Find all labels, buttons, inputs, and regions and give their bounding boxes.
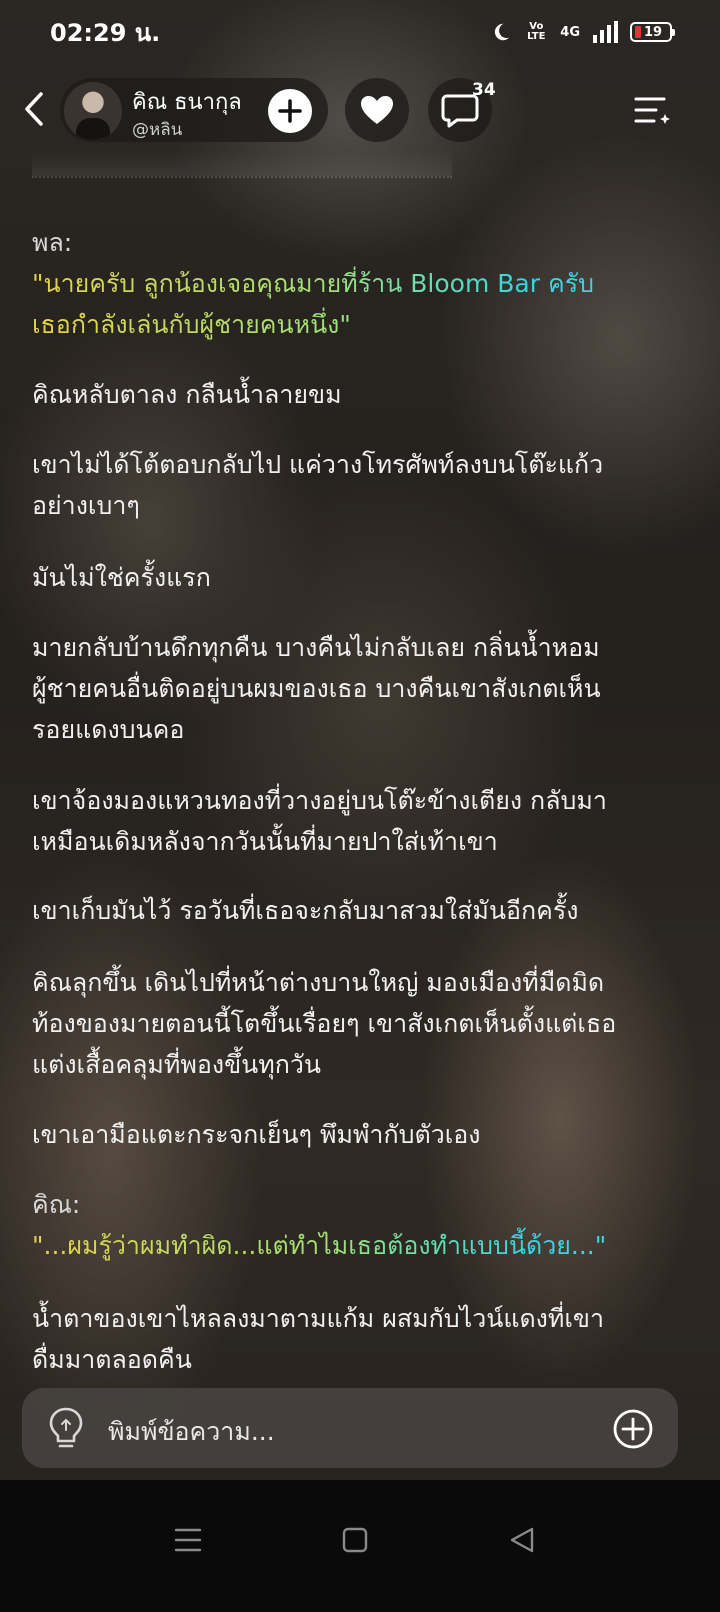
paragraph-line: เขาจ้องมองแหวนทองที่วางอยู่บนโต๊ะข้างเตี…	[32, 786, 607, 815]
paragraph: มันไม่ใช่ครั้งแรก	[32, 557, 692, 598]
add-circle-icon[interactable]	[612, 1408, 654, 1450]
speaker-name: คิณ:	[32, 1190, 81, 1219]
author-profile-pill[interactable]: คิณ ธนากุล @หลิน	[60, 78, 328, 142]
speaker-name: พล:	[32, 228, 73, 257]
dialog-block-kin: คิณ: "...ผมรู้ว่าผมทำผิด...แต่ทำไมเธอต้อ…	[32, 1184, 692, 1266]
avatar[interactable]	[64, 82, 122, 140]
story-content: พล: "นายครับ ลูกน้องเจอคุณมายที่ร้าน Blo…	[32, 150, 692, 1410]
recents-button[interactable]	[168, 1520, 208, 1560]
paragraph: น้ำตาของเขาไหลลงมาตามแก้ม ผสมกับไวน์แดงท…	[32, 1298, 692, 1380]
paragraph: คิณหลับตาลง กลืนน้ำลายขม	[32, 374, 692, 415]
status-time: 02:29 น.	[50, 18, 161, 47]
paragraph-line: แต่งเสื้อคลุมที่พองขึ้นทุกวัน	[32, 1050, 322, 1079]
paragraph-line: มันไม่ใช่ครั้งแรก	[32, 563, 211, 592]
comment-count: 34	[472, 80, 496, 100]
system-nav-bar	[0, 1480, 720, 1612]
lightbulb-icon[interactable]	[46, 1406, 86, 1450]
heart-icon	[361, 96, 393, 124]
square-home-icon	[342, 1527, 368, 1553]
dialog-block-pol: พล: "นายครับ ลูกน้องเจอคุณมายที่ร้าน Blo…	[32, 222, 692, 345]
paragraph-line: รอยแดงบนคอ	[32, 715, 185, 744]
battery-percent: 19	[644, 24, 663, 40]
dialog-line: เธอกำลังเล่นกับผู้ชายคนหนึ่ง"	[32, 304, 692, 345]
paragraph-line: น้ำตาของเขาไหลลงมาตามแก้ม ผสมกับไวน์แดงท…	[32, 1304, 605, 1333]
paragraph-line: อย่างเบาๆ	[32, 491, 140, 520]
message-input-bar: พิมพ์ข้อความ...	[22, 1388, 678, 1468]
chevron-left-icon	[25, 92, 43, 126]
story-header: คิณ ธนากุล @หลิน 34	[0, 74, 720, 144]
volte-indicator: Vo LTE	[527, 21, 546, 42]
signal-icon	[593, 21, 618, 43]
chapter-menu-button[interactable]	[630, 88, 674, 132]
message-input[interactable]: พิมพ์ข้อความ...	[108, 1412, 275, 1452]
paragraph-line: ผู้ชายคนอื่นติดอยู่บนผมของเธอ บางคืนเขาส…	[32, 674, 601, 703]
system-back-button[interactable]	[502, 1520, 542, 1560]
paragraph-line: ท้องของมายตอนนี้โตขึ้นเรื่อยๆ เขาสังเกตเ…	[32, 1009, 617, 1038]
paragraph: เขาไม่ได้โต้ตอบกลับไป แค่วางโทรศัพท์ลงบน…	[32, 444, 692, 526]
dialog-line: "...ผมรู้ว่าผมทำผิด...แต่ทำไมเธอต้องทำแบ…	[32, 1225, 692, 1266]
network-type: 4G	[560, 24, 580, 40]
author-handle: @หลิน	[132, 120, 183, 140]
paragraph-line: เขาเก็บมันไว้ รอวันที่เธอจะกลับมาสวมใส่ม…	[32, 896, 579, 925]
home-button[interactable]	[335, 1520, 375, 1560]
battery-level-fill	[635, 26, 641, 38]
follow-button[interactable]	[268, 89, 312, 133]
paragraph-line: มายกลับบ้านดึกทุกคืน บางคืนไม่กลับเลย กล…	[32, 633, 600, 662]
back-button[interactable]	[14, 86, 54, 132]
moon-icon	[495, 23, 510, 41]
paragraph-line: เขาเอามือแตะกระจกเย็นๆ พึมพำกับตัวเอง	[32, 1120, 481, 1149]
paragraph: มายกลับบ้านดึกทุกคืน บางคืนไม่กลับเลย กล…	[32, 627, 692, 750]
dialog-line: "นายครับ ลูกน้องเจอคุณมายที่ร้าน Bloom B…	[32, 263, 692, 304]
status-bar: 02:29 น. Vo LTE 4G 19	[0, 0, 720, 64]
paragraph: เขาจ้องมองแหวนทองที่วางอยู่บนโต๊ะข้างเตี…	[32, 780, 692, 862]
paragraph: คิณลุกขึ้น เดินไปที่หน้าต่างบานใหญ่ มองเ…	[32, 962, 692, 1085]
status-icons: Vo LTE 4G 19	[490, 21, 675, 43]
paragraph: เขาเก็บมันไว้ รอวันที่เธอจะกลับมาสวมใส่ม…	[32, 890, 692, 931]
paragraph-line: เขาไม่ได้โต้ตอบกลับไป แค่วางโทรศัพท์ลงบน…	[32, 450, 604, 479]
triangle-back-icon	[510, 1527, 534, 1553]
battery-icon: 19	[630, 22, 675, 42]
paragraph-line: คิณลุกขึ้น เดินไปที่หน้าต่างบานใหญ่ มองเ…	[32, 968, 605, 997]
paragraph: เขาเอามือแตะกระจกเย็นๆ พึมพำกับตัวเอง	[32, 1114, 692, 1155]
menu-list-icon	[634, 97, 670, 124]
plus-icon	[278, 99, 302, 123]
like-button[interactable]	[345, 78, 409, 142]
menu-lines-icon	[174, 1528, 202, 1552]
author-name[interactable]: คิณ ธนากุล	[132, 84, 242, 119]
paragraph-line: ดื่มมาตลอดคืน	[32, 1345, 192, 1374]
paragraph-line: คิณหลับตาลง กลืนน้ำลายขม	[32, 380, 342, 409]
paragraph-line: เหมือนเดิมหลังจากวันนั้นที่มายปาใส่เท้าเ…	[32, 827, 498, 856]
faded-previous-line	[32, 150, 452, 178]
